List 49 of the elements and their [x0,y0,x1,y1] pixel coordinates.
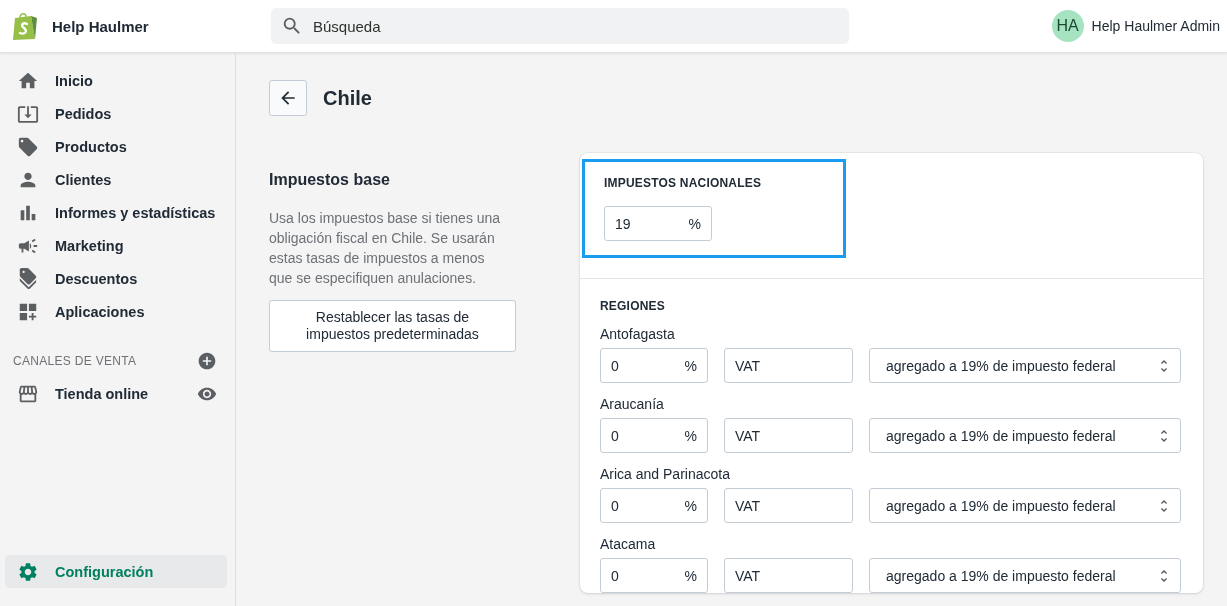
tax-mode-select[interactable]: agregado a 19% de impuesto federal [869,488,1181,523]
sidebar-item[interactable]: Descuentos [5,262,227,295]
percent-field[interactable]: 19 % [604,206,712,241]
region-name: Arica and Parinacota [600,466,731,482]
national-taxes-heading: IMPUESTOS NACIONALES [604,176,762,190]
sidebar-item[interactable]: Aplicaciones [5,295,227,328]
regions-heading: REGIONES [600,299,666,313]
tax-name-field[interactable]: VAT [724,348,853,383]
search-field[interactable]: Búsqueda [271,8,849,44]
settings-icon [17,560,39,583]
percent-unit: % [684,567,697,584]
percent-unit: % [684,497,697,514]
page-title: Chile [323,86,372,110]
tax-mode-select[interactable]: agregado a 19% de impuesto federal [869,558,1181,593]
section-title: Impuestos base [269,171,390,189]
sidebar-item[interactable]: Marketing [5,229,227,262]
percent-field[interactable]: 0 % [600,488,708,523]
user-avatar[interactable]: HA [1051,10,1084,42]
tax-name-field[interactable]: VAT [724,558,853,593]
percent-field[interactable]: 0 % [600,558,708,593]
store-name: Help Haulmer [52,17,149,35]
back-button[interactable] [269,80,307,116]
search-icon [281,15,303,37]
tax-mode-select[interactable]: agregado a 19% de impuesto federal [869,418,1181,453]
percent-field[interactable]: 0 % [600,418,708,453]
section-heading: CANALES DE VENTA [13,354,137,368]
percent-unit: % [684,357,697,374]
tax-name-field[interactable]: VAT [724,488,853,523]
section-description: Usa los impuestos base si tienes una obligación fiscal en Chile. Se usarán estas tasas de impuestos a menos que se especifiquen anulaciones. [269,209,502,288]
search-input[interactable]: Búsqueda [311,16,839,36]
region-name: Antofagasta [600,326,676,342]
sidebar-item[interactable]: Configuración [5,555,227,588]
percent-field[interactable]: 0 % [600,348,708,383]
percent-unit: % [688,215,701,232]
sidebar-item[interactable]: Tienda online [5,377,149,410]
sidebar-item[interactable]: Productos [5,130,227,163]
shopping-bag-logo-icon [12,11,38,41]
region-name: Araucanía [600,396,665,412]
tag-icon [17,135,39,158]
sidebar-item[interactable]: Informes y estadísticas [5,196,227,229]
user-name: Help Haulmer Admin [1091,18,1220,34]
percent-unit: % [684,427,697,444]
reset-button[interactable]: Restablecer las tasas de impuestos predeterminadas [269,300,516,352]
sidebar-item[interactable]: Clientes [5,163,227,196]
region-name: Atacama [600,536,657,552]
sidebar-item[interactable]: Pedidos [5,97,227,130]
tax-name-field[interactable]: VAT [724,418,853,453]
sidebar-item[interactable]: Inicio [5,64,227,97]
tax-mode-select[interactable]: agregado a 19% de impuesto federal [869,348,1181,383]
